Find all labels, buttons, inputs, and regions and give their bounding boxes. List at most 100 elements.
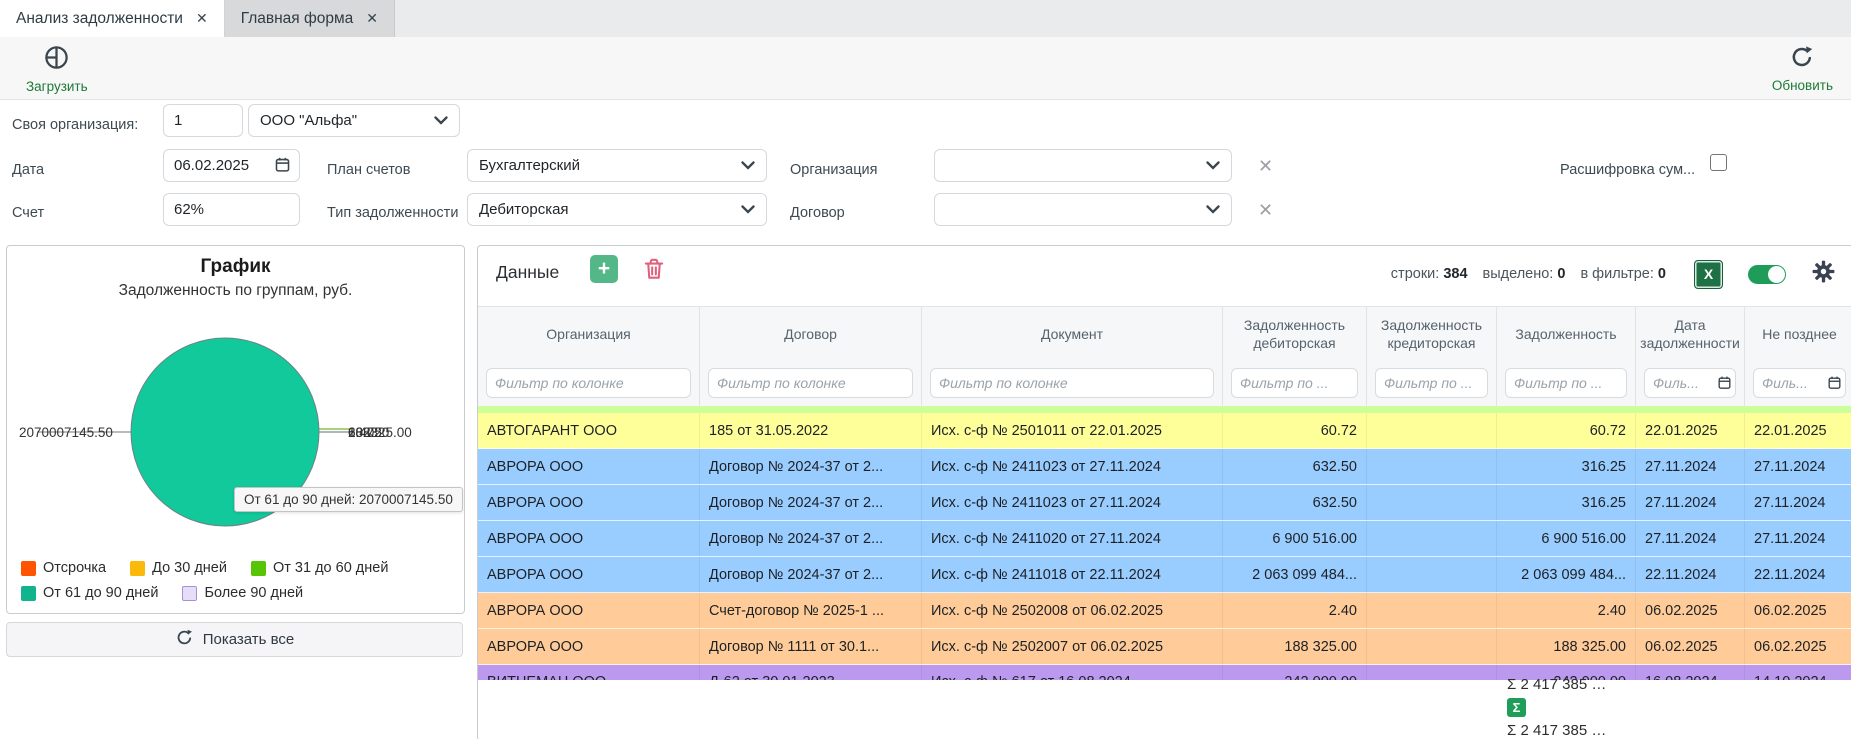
column-header-organization[interactable]: Организация [478,307,700,362]
close-icon[interactable]: ✕ [366,10,378,27]
refresh-button[interactable]: Обновить [1772,44,1833,93]
table-cell: 632.50 [1223,485,1367,520]
column-header-debt-payable[interactable]: Задолженность кредиторская [1367,307,1497,362]
table-row[interactable]: АВРОРА ОООДоговор № 1111 от 30.1...Исх. … [478,629,1851,665]
org-select[interactable] [934,149,1232,182]
table-cell: Договор № 2024-37 от 2... [700,521,922,556]
table-cell: Договор № 2024-37 от 2... [700,449,922,484]
column-header-document[interactable]: Документ [922,307,1223,362]
legend-swatch [251,561,266,576]
contract-select[interactable] [934,193,1232,226]
table-cell: 22.11.2024 [1745,557,1851,592]
table-cell [1367,449,1497,484]
table-cell [1367,485,1497,520]
export-excel-button[interactable]: X [1694,260,1723,289]
table-cell: 27.11.2024 [1745,521,1851,556]
table-cell: АВРОРА ООО [478,485,700,520]
table-cell: 188 325.00 [1223,629,1367,664]
plan-select[interactable]: Бухгалтерский [467,149,767,182]
table-body: АВТОГАРАНТ ООО185 от 31.05.2022Исх. с-ф … [478,406,1851,680]
filter-input-debt-date[interactable] [1644,368,1736,398]
table-cell: 06.02.2025 [1636,629,1745,664]
filter-input-debt-payable[interactable] [1375,368,1488,398]
table-cell: Исх. с-ф № 2411020 от 27.11.2024 [922,521,1223,556]
refresh-label: Обновить [1772,78,1833,93]
filter-input-due-date[interactable] [1753,368,1846,398]
show-all-button[interactable]: Показать все [6,622,463,657]
load-button[interactable]: Загрузить [26,44,88,94]
table-cell: 2.40 [1497,593,1636,628]
table-cell: Договор № 2024-37 от 2... [700,557,922,592]
org-clear-icon[interactable]: ✕ [1258,157,1273,175]
table-cell: Исх. с-ф № 2501011 от 22.01.2025 [922,413,1223,448]
column-header-debt-date[interactable]: Дата задолженности [1636,307,1745,362]
close-icon[interactable]: ✕ [196,10,208,27]
table-cell [1367,557,1497,592]
column-header-debt-receivable[interactable]: Задолженность дебиторская [1223,307,1367,362]
debt-type-value: Дебиторская [479,201,569,218]
table-row[interactable]: АВРОРА ОООДоговор № 2024-37 от 2...Исх. … [478,521,1851,557]
legend-item[interactable]: До 30 дней [130,560,227,576]
table-row[interactable]: АВРОРА ОООДоговор № 2024-37 от 2...Исх. … [478,449,1851,485]
debt-type-select[interactable]: Дебиторская [467,193,767,226]
column-header-debt[interactable]: Задолженность [1497,307,1636,362]
sigma-badge[interactable]: Σ [1507,698,1526,717]
delete-row-button[interactable] [641,256,667,282]
table-cell: 06.02.2025 [1745,593,1851,628]
table-cell: АВРОРА ООО [478,449,700,484]
table-cell: 14.10.2024 [1745,665,1851,680]
chevron-down-icon [1206,201,1220,218]
legend-label: До 30 дней [152,560,227,576]
add-row-button[interactable]: + [590,255,618,283]
table-cell: Исх. с-ф № 2411023 от 27.11.2024 [922,449,1223,484]
sum-total: Σ 2 417 385 … [1497,674,1657,695]
table-cell: 632.50 [1223,449,1367,484]
table-cell: 316.25 [1497,449,1636,484]
legend-swatch [130,561,145,576]
filter-input-contract[interactable] [708,368,913,398]
decode-checkbox[interactable] [1710,154,1727,171]
table-row[interactable]: АВРОРА ОООДоговор № 2024-37 от 2...Исх. … [478,557,1851,593]
plan-value: Бухгалтерский [479,157,580,174]
table-cell: Счет-договор № 2025-1 ... [700,593,922,628]
tab-bar: Анализ задолженности ✕ Главная форма ✕ [0,0,1851,38]
tab-debt-analysis[interactable]: Анализ задолженности ✕ [0,0,225,37]
org-label: Организация [790,162,877,178]
filter-input-debt[interactable] [1505,368,1627,398]
partial-row[interactable] [478,406,1851,413]
table-cell: Исх. с-ф № 2502008 от 06.02.2025 [922,593,1223,628]
account-input[interactable] [163,193,300,226]
own-org-select[interactable]: ООО "Альфа" [248,104,460,137]
table-cell: Договор № 1111 от 30.1... [700,629,922,664]
table-cell: АВТОГАРАНТ ООО [478,413,700,448]
legend-item[interactable]: Отсрочка [21,560,106,576]
date-input[interactable] [163,149,300,182]
table-cell: 22.01.2025 [1745,413,1851,448]
pie-label-left: 2070007145.50 [19,425,113,440]
filter-input-debt-receivable[interactable] [1231,368,1358,398]
column-header-due-date[interactable]: Не позднее [1745,307,1851,362]
table-cell: 2.40 [1223,593,1367,628]
legend-item[interactable]: От 61 до 90 дней [21,585,158,601]
table-row[interactable]: АВТОГАРАНТ ООО185 от 31.05.2022Исх. с-ф … [478,413,1851,449]
toggle-knob [1768,266,1785,283]
table-cell: Исх. с-ф № 2502007 от 06.02.2025 [922,629,1223,664]
table-row[interactable]: АВРОРА ОООДоговор № 2024-37 от 2...Исх. … [478,485,1851,521]
gear-icon[interactable] [1811,259,1836,289]
table-cell: АВРОРА ООО [478,629,700,664]
filter-input-organization[interactable] [486,368,691,398]
contract-clear-icon[interactable]: ✕ [1258,201,1273,219]
filter-input-document[interactable] [930,368,1214,398]
legend-item[interactable]: От 31 до 60 дней [251,560,388,576]
table-row[interactable]: АВРОРА ОООСчет-договор № 2025-1 ...Исх. … [478,593,1851,629]
column-header-contract[interactable]: Договор [700,307,922,362]
table-cell [1367,593,1497,628]
legend-label: От 61 до 90 дней [43,585,158,601]
date-field[interactable] [163,149,300,182]
chart-panel: График Задолженность по группам, руб. 20… [6,245,465,614]
own-org-code-input[interactable] [163,104,243,137]
account-label: Счет [12,205,44,221]
tab-main-form[interactable]: Главная форма ✕ [225,0,395,37]
legend-item[interactable]: Более 90 дней [182,585,303,601]
color-toggle[interactable] [1748,265,1786,284]
